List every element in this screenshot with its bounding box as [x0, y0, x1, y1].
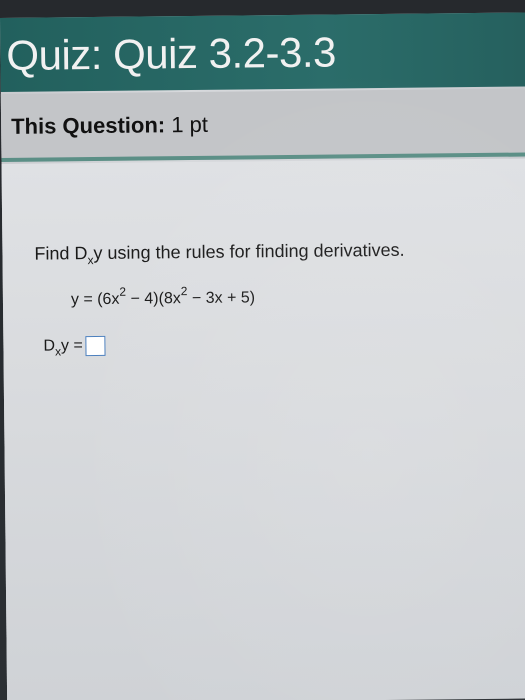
answer-input-box[interactable]: [85, 335, 106, 357]
answer-label-d: D: [43, 337, 56, 355]
quiz-title-name: Quiz 3.2-3.3: [112, 28, 337, 78]
prompt-before: Find D: [34, 243, 88, 264]
prompt-after: y using the rules for finding derivative…: [93, 239, 405, 264]
equation-part-2: − 4)(8x: [126, 290, 181, 308]
answer-row: Dxy =: [43, 335, 106, 359]
question-info-bar: This Question: 1 pt: [0, 88, 525, 162]
equation-part-1: y = (6x: [70, 290, 120, 309]
photo-frame: Quiz: Quiz 3.2-3.3 This Question: 1 pt F…: [0, 0, 525, 700]
equation-part-3: − 3x + 5): [187, 289, 256, 308]
prompt-subscript: x: [87, 253, 94, 268]
answer-label-subscript: x: [54, 344, 62, 359]
question-body: Find Dxy using the rules for finding der…: [1, 158, 525, 700]
quiz-header: Quiz: Quiz 3.2-3.3: [0, 12, 525, 92]
question-points-value: 1 pt: [171, 111, 209, 138]
quiz-title-prefix: Quiz:: [6, 30, 103, 79]
question-equation: y = (6x2 − 4)(8x2 − 3x + 5): [70, 284, 256, 309]
quiz-screen: Quiz: Quiz 3.2-3.3 This Question: 1 pt F…: [0, 12, 525, 700]
quiz-title: Quiz: Quiz 3.2-3.3: [6, 28, 336, 79]
question-points-label: This Question:: [11, 112, 166, 139]
answer-label-rest: y =: [60, 337, 83, 355]
question-prompt: Find Dxy using the rules for finding der…: [34, 239, 405, 268]
equation-exponent-1: 2: [119, 284, 127, 299]
equation-exponent-2: 2: [180, 284, 188, 299]
question-points: This Question: 1 pt: [11, 112, 208, 140]
